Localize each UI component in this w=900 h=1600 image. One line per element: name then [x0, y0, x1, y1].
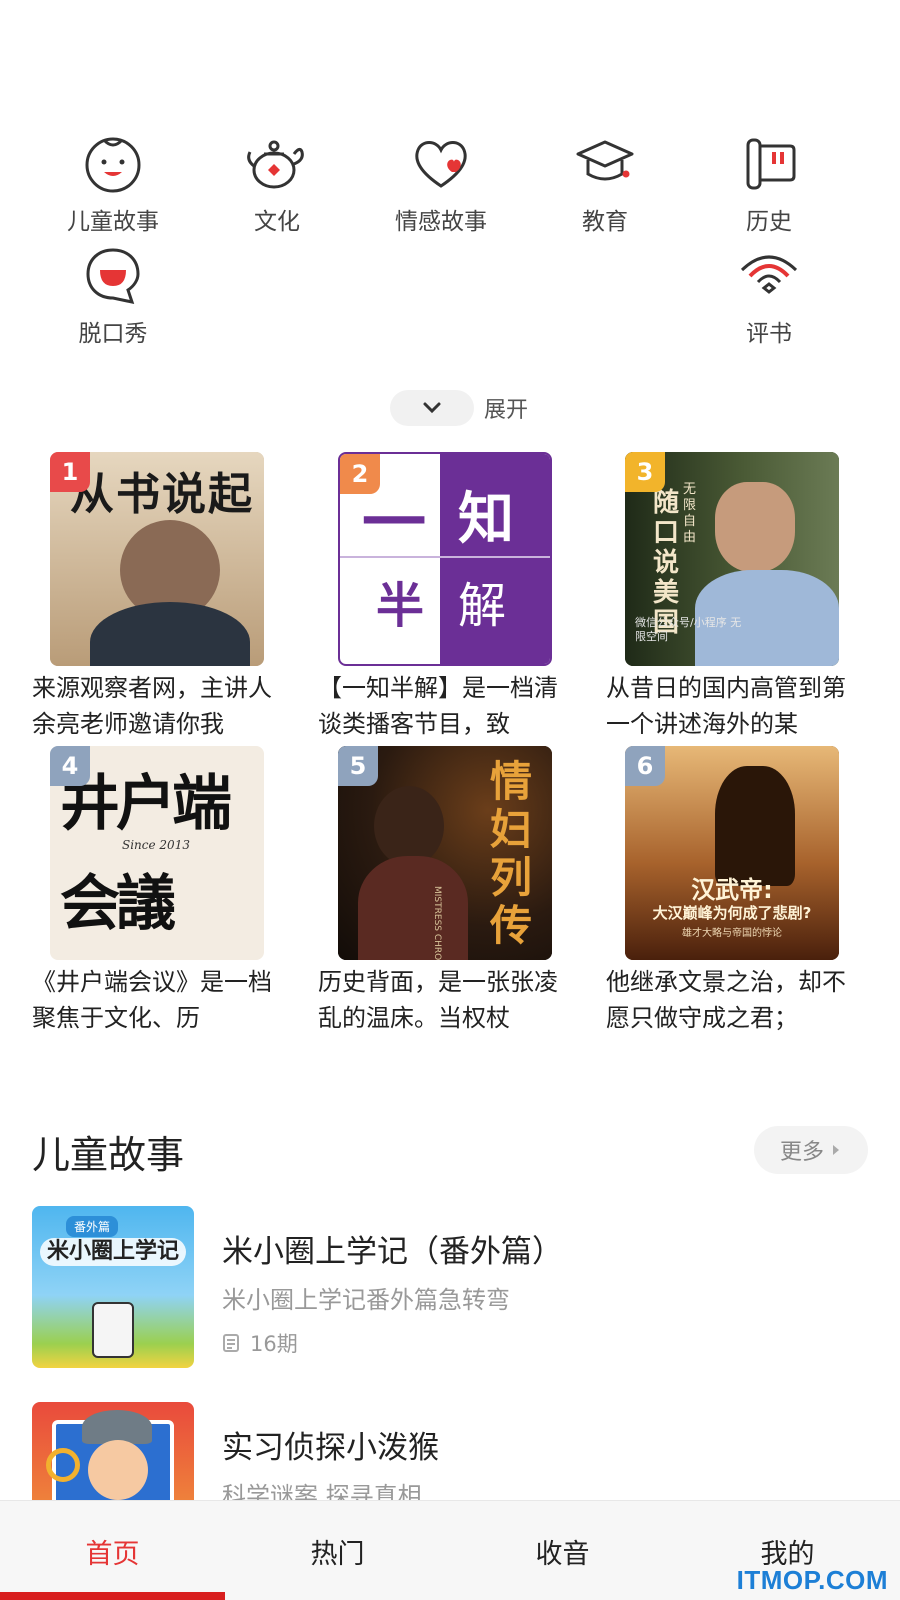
cover-footer: 雄才大略与帝国的悖论: [682, 928, 782, 939]
cover-figure: [92, 1302, 134, 1358]
expand-label: 展开: [484, 398, 529, 423]
scroll-icon: [746, 138, 796, 190]
cover-char: 解: [458, 578, 507, 634]
ranking-cover-5[interactable]: 情妇列传 MISTRESS CHRONICLE 5: [338, 746, 552, 960]
cover-footer: 微信公众号/小程序 无限空间: [635, 616, 742, 643]
item-count-label: 16期: [250, 1332, 298, 1356]
more-button[interactable]: 更多: [754, 1126, 868, 1174]
cover-char: 半: [376, 578, 425, 634]
figure-body: [358, 856, 468, 960]
rank-badge: 1: [50, 452, 90, 492]
category-label: 评书: [746, 321, 792, 347]
category-children[interactable]: 儿童故事: [38, 130, 188, 236]
cover-subtitle: MISTRESS CHRONICLE: [432, 886, 442, 960]
item-cover: 番外篇 米小圈上学记: [32, 1206, 194, 1368]
category-history[interactable]: 历史: [694, 130, 844, 236]
cover-subtitle: 大汉巅峰为何成了悲剧?: [652, 904, 812, 922]
expand-toggle[interactable]: 展开: [390, 388, 528, 428]
ranking-cover-4[interactable]: 井户端会議 Since 2013 4: [50, 746, 264, 960]
category-culture[interactable]: 文化: [202, 130, 352, 236]
active-tab-indicator: [0, 1592, 225, 1600]
graduation-cap-icon: [576, 140, 634, 181]
more-label: 更多: [779, 1140, 824, 1165]
tab-home[interactable]: 首页: [0, 1501, 225, 1600]
item-title: 实习侦探小泼猴: [222, 1430, 439, 1466]
rank-badge: 5: [338, 746, 378, 786]
ranking-desc-4[interactable]: 《井户端会议》是一档聚焦于文化、历: [32, 964, 272, 1036]
expand-pill[interactable]: [390, 390, 474, 426]
emperor-silhouette: [715, 766, 795, 886]
cover-char: 知: [458, 487, 514, 552]
category-label: 儿童故事: [67, 209, 159, 235]
ranking-cover-3[interactable]: 随口说美国 无限自由 微信公众号/小程序 无限空间 3: [625, 452, 839, 666]
tab-hot[interactable]: 热门: [225, 1501, 450, 1600]
cover-title: 从书说起: [70, 469, 254, 520]
tab-radio[interactable]: 收音: [450, 1501, 675, 1600]
item-count: 16期: [222, 1328, 298, 1358]
child-face-icon: [85, 137, 141, 193]
ranking-desc-1[interactable]: 来源观察者网，主讲人余亮老师邀请你我: [32, 670, 272, 742]
cover-title: 汉武帝:: [691, 876, 773, 904]
category-label: 情感故事: [395, 209, 487, 235]
host-portrait: [715, 482, 795, 572]
chevron-right-icon: [833, 1145, 839, 1155]
magnifier-icon: [46, 1448, 80, 1482]
rank-badge: 4: [50, 746, 90, 786]
rank-badge: 3: [625, 452, 665, 492]
ranking-cover-6[interactable]: 汉武帝: 大汉巅峰为何成了悲剧? 雄才大略与帝国的悖论 6: [625, 746, 839, 960]
cover-tag: 番外篇: [66, 1216, 119, 1237]
episodes-icon: [223, 1334, 239, 1352]
category-label: 文化: [254, 209, 300, 235]
ranking-desc-2[interactable]: 【一知半解】是一档清谈类播客节目，致: [318, 670, 558, 742]
category-emotion[interactable]: 情感故事: [366, 130, 516, 236]
detective-hat: [82, 1410, 152, 1444]
item-title: 米小圈上学记（番外篇）: [222, 1234, 563, 1270]
cover-title: 井户端会議: [60, 769, 232, 939]
cover-title: 情妇列传: [490, 757, 533, 950]
ranking-desc-3[interactable]: 从昔日的国内高管到第一个讲述海外的某: [606, 670, 846, 742]
section-title: 儿童故事: [32, 1133, 185, 1177]
cover-subtitle: Since 2013: [122, 838, 190, 852]
figure-head: [374, 786, 444, 866]
teapot-icon: [247, 140, 304, 189]
cover-title: 米小圈上学记: [40, 1238, 186, 1266]
cover-subtitle: 无限自由: [683, 482, 697, 545]
rank-badge: 6: [625, 746, 665, 786]
category-talkshow[interactable]: 脱口秀: [38, 242, 188, 348]
chevron-down-icon: [423, 402, 441, 414]
category-label: 历史: [746, 209, 792, 235]
list-item[interactable]: 番外篇 米小圈上学记 米小圈上学记（番外篇） 米小圈上学记番外篇急转弯 16期: [32, 1206, 872, 1368]
chat-bubble-icon: [86, 248, 140, 305]
ranking-cover-1[interactable]: 从书说起 1: [50, 452, 264, 666]
fan-icon: [740, 255, 798, 294]
ranking-desc-5[interactable]: 历史背面，是一张张凌乱的温床。当权杖: [318, 964, 558, 1036]
item-subtitle: 米小圈上学记番外篇急转弯: [222, 1286, 510, 1314]
watermark-logo: ITMOP.COM: [736, 1565, 888, 1595]
ranking-desc-6[interactable]: 他继承文景之治，却不愿只做守成之君；: [606, 964, 846, 1036]
category-storytelling[interactable]: 评书: [694, 242, 844, 348]
rank-badge: 2: [340, 454, 380, 494]
ranking-cover-2[interactable]: 一 知 半 解 2: [338, 452, 552, 666]
category-label: 脱口秀: [78, 321, 148, 347]
heart-icon: [415, 141, 467, 188]
category-education[interactable]: 教育: [530, 130, 680, 236]
detective-face: [88, 1440, 148, 1500]
category-label: 教育: [582, 209, 628, 235]
